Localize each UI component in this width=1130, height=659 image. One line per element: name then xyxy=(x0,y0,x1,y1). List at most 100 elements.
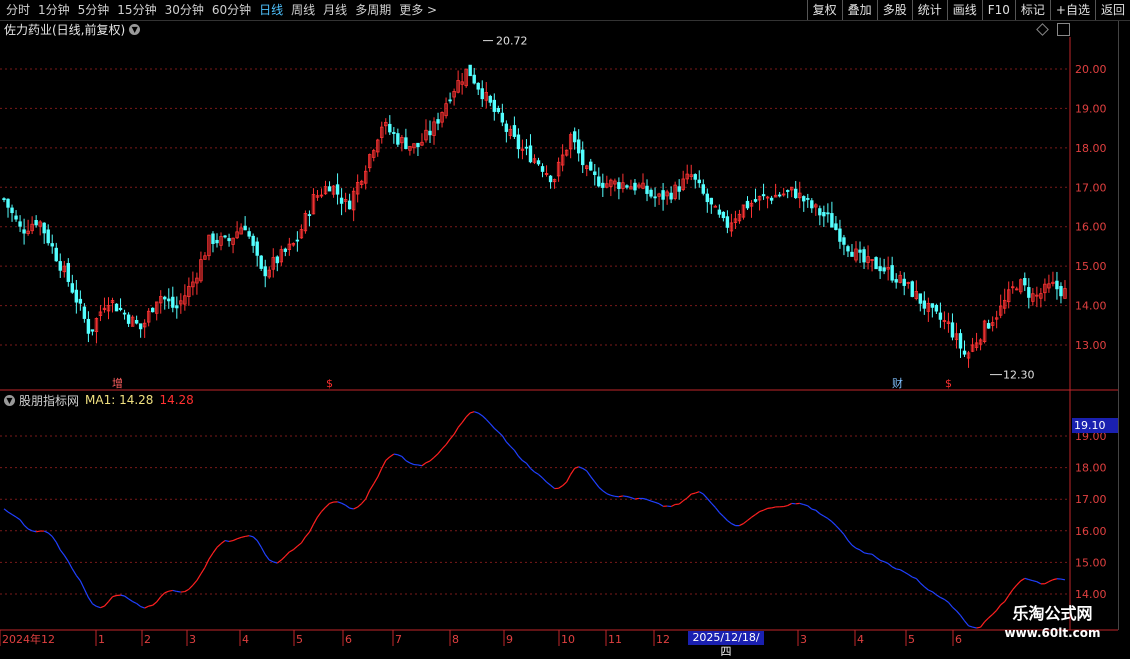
ma-segment xyxy=(76,575,80,580)
candle-body xyxy=(35,220,38,224)
candle-body xyxy=(405,138,408,149)
candle-body xyxy=(537,161,540,164)
ma-segment xyxy=(944,599,948,602)
y-tick-label: 19.00 xyxy=(1075,102,1107,115)
ma-segment xyxy=(125,596,129,599)
candle-body xyxy=(891,266,894,281)
candle-body xyxy=(513,126,516,137)
ma-segment xyxy=(378,468,382,477)
event-marker-3[interactable]: $ xyxy=(945,377,952,390)
candle-body xyxy=(650,190,653,196)
ma-segment xyxy=(747,517,751,520)
ma-segment xyxy=(458,423,462,428)
ma-segment xyxy=(655,502,659,503)
ma-segment xyxy=(80,581,84,589)
event-marker-1[interactable]: $ xyxy=(326,377,333,390)
ma-segment xyxy=(410,463,414,465)
candle-body xyxy=(517,135,520,149)
candle-body xyxy=(79,299,82,303)
candle-body xyxy=(843,238,846,245)
candle-body xyxy=(473,75,476,83)
ma-segment xyxy=(591,477,595,482)
ma-segment xyxy=(956,611,960,616)
event-marker-2[interactable]: 财 xyxy=(892,376,903,390)
ma-segment xyxy=(145,606,149,608)
candle-body xyxy=(212,234,215,244)
high-label: 20.72 xyxy=(496,35,528,48)
chevron-down-icon[interactable]: ▼ xyxy=(4,395,15,406)
ma-segment xyxy=(635,498,639,499)
ma-segment xyxy=(888,563,892,566)
right-side-panel[interactable] xyxy=(1118,21,1130,630)
ma-value: 14.28 xyxy=(159,393,193,407)
candle-body xyxy=(340,198,343,203)
candle-body xyxy=(831,213,834,227)
candle-body xyxy=(602,183,605,187)
x-tick-label: 12 xyxy=(656,633,670,646)
ma-segment xyxy=(900,570,904,572)
ma-segment xyxy=(671,504,675,506)
ma-segment xyxy=(985,618,989,622)
candle-body xyxy=(151,308,154,312)
ma-segment xyxy=(687,494,691,498)
candle-body xyxy=(879,267,882,271)
ma-segment xyxy=(197,574,201,581)
ma-segment xyxy=(301,537,305,543)
stock-chart[interactable]: 20.0019.0018.0017.0016.0015.0014.0013.00… xyxy=(0,0,1130,650)
candle-body xyxy=(806,198,809,199)
candle-body xyxy=(778,195,781,196)
ma-segment xyxy=(884,562,888,564)
ma-segment xyxy=(864,553,868,554)
ma-segment xyxy=(607,494,611,496)
ma-segment xyxy=(543,478,547,482)
candle-body xyxy=(477,83,480,89)
ma-segment xyxy=(370,484,374,491)
ma-segment xyxy=(530,468,534,472)
ma-segment xyxy=(36,531,40,532)
ma-segment xyxy=(108,597,112,602)
ma-segment xyxy=(362,499,366,504)
ma-segment xyxy=(619,496,623,497)
candle-body xyxy=(810,201,813,208)
ma-segment xyxy=(1053,579,1057,580)
candle-body xyxy=(931,304,934,308)
candle-body xyxy=(244,226,247,230)
ma-segment xyxy=(406,461,410,463)
candle-body xyxy=(581,150,584,165)
candle-body xyxy=(694,174,697,179)
ma-segment xyxy=(1029,580,1033,581)
ma-segment xyxy=(595,482,599,487)
candle-body xyxy=(43,223,46,233)
candle-body xyxy=(903,279,906,285)
candle-body xyxy=(662,191,665,200)
ma-segment xyxy=(1013,585,1017,590)
ma-segment xyxy=(84,589,88,597)
ma-segment xyxy=(981,622,985,627)
ma-segment xyxy=(177,591,181,592)
candle-body xyxy=(678,187,681,192)
ma-segment xyxy=(265,554,269,559)
ma-segment xyxy=(567,474,571,482)
ma-segment xyxy=(133,602,137,604)
ma-segment xyxy=(241,536,245,537)
candle-body xyxy=(15,216,18,219)
ma-segment xyxy=(936,595,940,598)
ma-segment xyxy=(165,591,169,593)
candle-body xyxy=(260,256,263,268)
event-marker-0[interactable]: 增 xyxy=(112,376,123,390)
ma-segment xyxy=(960,615,964,620)
ma-segment xyxy=(88,597,92,603)
x-tick-label: 3 xyxy=(800,633,807,646)
candle-body xyxy=(167,299,170,301)
indicator-title-row: ▼ 股朋指标网 MA1: 14.28 14.28 xyxy=(0,392,194,408)
ma-segment xyxy=(727,521,731,524)
ma-segment xyxy=(474,412,478,413)
ma-segment xyxy=(201,567,205,573)
candle-body xyxy=(216,240,219,242)
ma-segment xyxy=(366,490,370,499)
y-tick-label: 15.00 xyxy=(1075,260,1107,273)
indicator-name: 股朋指标网 xyxy=(19,392,79,409)
ma-segment xyxy=(627,497,631,498)
candle-body xyxy=(549,176,552,182)
ma-segment xyxy=(426,461,430,463)
